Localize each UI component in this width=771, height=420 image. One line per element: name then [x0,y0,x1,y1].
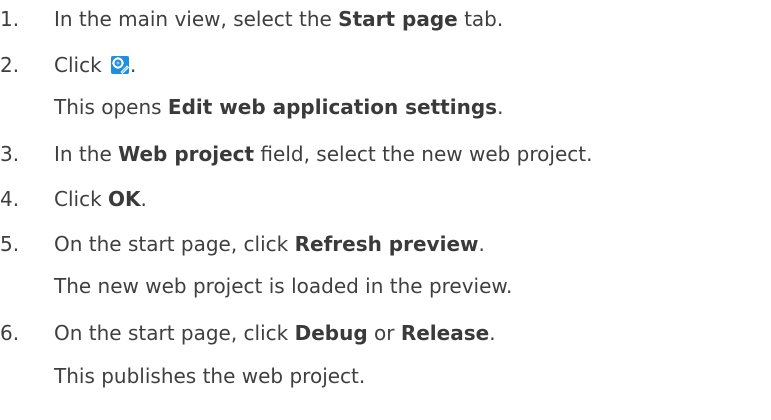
step-text-pre: In the main view, select the [54,7,339,31]
settings-edit-icon [110,53,130,75]
step-text: Click OK. [54,184,147,214]
step-text: In the Web project field, select the new… [54,139,592,169]
step-text-post: . [489,321,496,345]
step-number: 4. [0,187,20,211]
step-text-post: . [478,232,485,256]
step-note: This opens Edit web application settings… [54,92,503,122]
ui-term-edit-web-application-settings: Edit web application settings [167,95,498,119]
ui-term-debug: Debug [294,321,368,345]
step-note: The new web project is loaded in the pre… [54,274,513,298]
step-number: 5. [0,232,20,256]
step-text-post: . [140,187,147,211]
note-post: . [497,95,504,119]
step-text-post: . [130,53,137,77]
step-number: 1. [0,7,20,31]
step-text: In the main view, select the Start page … [54,4,503,34]
ui-term-ok: OK [108,187,141,211]
step-note: This publishes the web project. [54,364,366,388]
step-text-post: tab. [457,7,504,31]
step-number: 2. [0,53,20,77]
ui-term-release: Release [400,321,490,345]
step-text-pre: Click [54,53,109,77]
step-text: On the start page, click Refresh preview… [54,229,485,259]
instruction-list: 1. In the main view, select the Start pa… [0,0,771,420]
step-text-pre: On the start page, click [54,232,295,256]
step-number: 3. [0,142,20,166]
step-text-mid: or [367,321,401,345]
step-text-pre: On the start page, click [54,321,295,345]
step-text: Click . [54,50,136,80]
step-text-pre: Click [54,187,109,211]
note-pre: This opens [54,95,168,119]
step-number: 6. [0,321,20,345]
step-text-pre: In the [54,142,119,166]
step-text-post: field, select the new web project. [254,142,593,166]
step-text: On the start page, click Debug or Releas… [54,318,496,348]
ui-term-web-project: Web project [118,142,255,166]
ui-term-start-page: Start page [338,7,458,31]
ui-term-refresh-preview: Refresh preview [294,232,479,256]
